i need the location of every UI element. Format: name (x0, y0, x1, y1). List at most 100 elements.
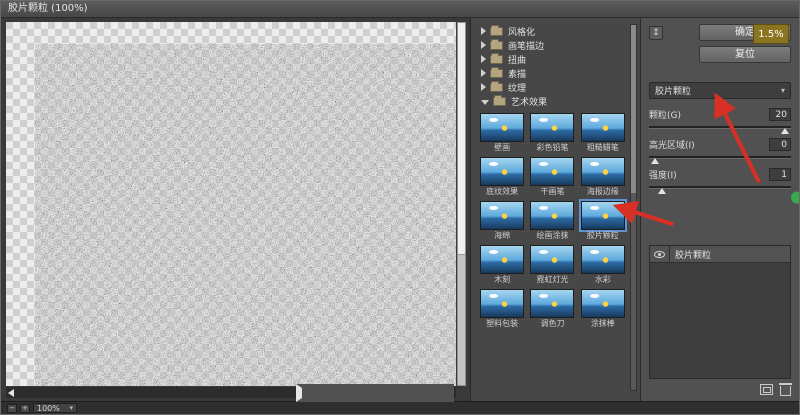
scroll-left-icon[interactable] (8, 388, 14, 397)
thumbnail-image (480, 245, 525, 274)
category-label: 艺术效果 (511, 97, 548, 108)
filter-gallery-window: 胶片颗粒 (100%) 风格化 画笔描边 扭曲 素描 纹理 艺术效果 壁画 彩色… (0, 0, 800, 415)
effect-layers-toolbar (649, 379, 792, 397)
category-distort[interactable]: 扭曲 (479, 52, 626, 66)
category-label: 画笔描边 (508, 41, 545, 52)
thumbnail-image (530, 157, 575, 186)
highlight-area-slider-group: 高光区域(I) 0 (649, 138, 791, 164)
folder-icon (490, 52, 503, 64)
intensity-slider-label: 强度(I) (649, 171, 677, 181)
effect-layer-row[interactable]: 胶片颗粒 (650, 246, 790, 263)
effect-layers-list: 胶片颗粒 (649, 245, 791, 379)
thumbnail-image (480, 289, 525, 318)
delete-effect-layer-button[interactable] (779, 382, 792, 396)
folder-icon (490, 38, 503, 50)
thumbnail-image (530, 245, 575, 274)
preview-canvas[interactable] (6, 22, 456, 386)
filter-name-value: 胶片颗粒 (655, 87, 692, 97)
visibility-toggle[interactable] (650, 246, 670, 262)
thumbnail-image (480, 113, 525, 142)
category-label: 素描 (508, 69, 527, 80)
scrollbar-thumb[interactable] (631, 25, 636, 193)
category-label: 扭曲 (508, 55, 527, 66)
annotation-badge: 1.5% (753, 24, 789, 44)
thumb-poster-edges[interactable]: 海报边缘 (580, 157, 626, 196)
zoom-out-button[interactable]: − (7, 403, 17, 413)
thumbnail-image (580, 157, 625, 186)
filter-thumbnail-grid: 壁画 彩色铅笔 粗糙蜡笔 底纹效果 干画笔 海报边缘 海绵 绘画涂抹 胶片颗粒 … (479, 113, 627, 328)
slider-thumb-icon[interactable] (657, 188, 666, 194)
thumb-paint-daubs[interactable]: 绘画涂抹 (529, 201, 575, 240)
status-bar: − + 100% ▾ (1, 401, 799, 414)
thumb-plastic-wrap[interactable]: 塑料包装 (479, 289, 525, 328)
category-texture[interactable]: 纹理 (479, 80, 626, 94)
thumb-underpainting[interactable]: 底纹效果 (479, 157, 525, 196)
thumb-fresco[interactable]: 壁画 (479, 113, 525, 152)
thumb-dry-brush[interactable]: 干画笔 (529, 157, 575, 196)
chevron-right-icon (481, 55, 486, 63)
highlight-area-slider-track[interactable] (649, 156, 791, 164)
thumbnail-label: 粗糙蜡笔 (586, 143, 619, 152)
grain-slider-label: 颗粒(G) (649, 111, 681, 121)
thumb-colored-pencil[interactable]: 彩色铅笔 (529, 113, 575, 152)
intensity-slider-track[interactable] (649, 186, 791, 194)
main-area: 风格化 画笔描边 扭曲 素描 纹理 艺术效果 壁画 彩色铅笔 粗糙蜡笔 底纹效果… (1, 18, 799, 402)
chevron-right-icon (481, 69, 486, 77)
thumb-cutout[interactable]: 木刻 (479, 245, 525, 284)
thumb-film-grain[interactable]: 胶片颗粒 (578, 199, 627, 240)
grain-slider-group: 颗粒(G) 20 (649, 108, 791, 134)
category-stylize[interactable]: 风格化 (479, 24, 626, 38)
thumbnail-label: 彩色铅笔 (536, 143, 569, 152)
category-label: 纹理 (508, 83, 527, 94)
thumbnail-label: 涂抹棒 (590, 319, 615, 328)
grain-slider-track[interactable] (649, 126, 791, 134)
thumb-rough-pastels[interactable]: 粗糙蜡笔 (580, 113, 626, 152)
slider-thumb-icon[interactable] (781, 128, 790, 134)
thumbnail-label: 底纹效果 (486, 187, 519, 196)
preview-panel (1, 18, 471, 402)
thumb-smudge-stick[interactable]: 涂抹棒 (580, 289, 626, 328)
collapse-thumbnails-button[interactable]: ↕ (649, 26, 663, 40)
thumbnail-image (480, 157, 525, 186)
slider-thumb-icon[interactable] (650, 158, 659, 164)
chevron-right-icon (481, 27, 486, 35)
thumbnail-image (530, 201, 575, 230)
grain-value-field[interactable]: 20 (769, 108, 791, 121)
reset-button[interactable]: 复位 (699, 46, 791, 63)
film-grain-preview-image (35, 44, 456, 386)
chevron-right-icon (481, 41, 486, 49)
category-brush-strokes[interactable]: 画笔描边 (479, 38, 626, 52)
thumbnail-label: 壁画 (494, 143, 511, 152)
intensity-value-field[interactable]: 1 (769, 168, 791, 181)
thumbnail-image (580, 113, 625, 142)
scrollbar-thumb[interactable] (458, 23, 465, 255)
thumbnail-image (580, 245, 625, 274)
zoom-level-dropdown[interactable]: 100% ▾ (33, 403, 77, 413)
category-artistic[interactable]: 艺术效果 (479, 94, 626, 108)
new-effect-layer-button[interactable] (760, 384, 773, 395)
thumb-palette-knife[interactable]: 调色刀 (529, 289, 575, 328)
chevron-down-icon: ▾ (69, 403, 73, 412)
chevron-down-icon: ▾ (780, 86, 785, 95)
preview-horizontal-scrollbar[interactable] (6, 383, 456, 402)
thumbnail-image (530, 113, 575, 142)
folder-icon (490, 24, 503, 36)
settings-panel: ↕ 确定 复位 1.5% 胶片颗粒 ▾ 颗粒(G) 20 高光区域(I) 0 强… (641, 18, 799, 401)
filter-name-dropdown[interactable]: 胶片颗粒 ▾ (649, 82, 791, 99)
thumb-sponge[interactable]: 海绵 (479, 201, 525, 240)
thumbnail-label: 霓虹灯光 (536, 275, 569, 284)
filter-list-scrollbar[interactable] (630, 24, 637, 391)
chevron-down-icon (481, 99, 489, 105)
window-title: 胶片颗粒 (100%) (8, 3, 88, 14)
highlight-area-value-field[interactable]: 0 (769, 138, 791, 151)
thumb-neon-glow[interactable]: 霓虹灯光 (529, 245, 575, 284)
zoom-level-value: 100% (37, 403, 60, 413)
window-titlebar[interactable]: 胶片颗粒 (100%) (1, 1, 799, 18)
preview-vertical-scrollbar[interactable] (457, 22, 466, 386)
scroll-right-icon[interactable] (296, 383, 454, 402)
category-sketch[interactable]: 素描 (479, 66, 626, 80)
zoom-in-button[interactable]: + (20, 403, 30, 413)
open-folder-icon (493, 94, 506, 106)
thumb-watercolor[interactable]: 水彩 (580, 245, 626, 284)
thumbnail-image (530, 289, 575, 318)
